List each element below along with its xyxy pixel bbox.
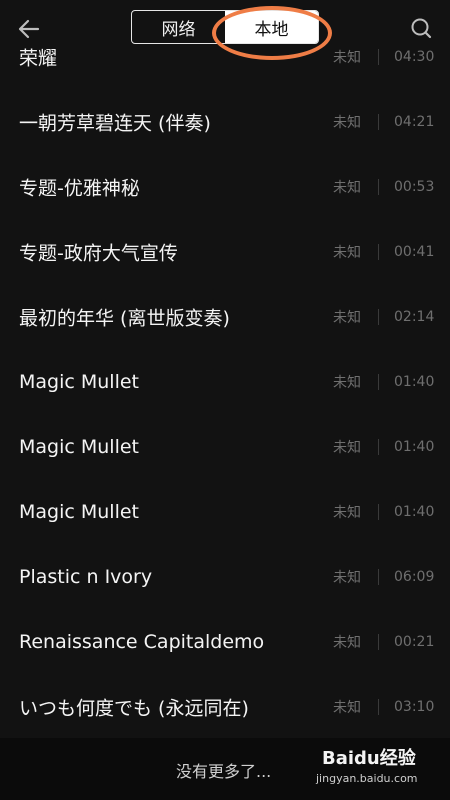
track-artist: 未知 xyxy=(333,309,361,326)
list-item[interactable]: Magic Mullet 未知 01:40 xyxy=(0,349,450,414)
track-duration: 00:21 xyxy=(394,633,435,650)
track-title: 最初的年华 (离世版变奏) xyxy=(19,307,230,329)
track-title: Plastic n Ivory xyxy=(19,565,153,588)
divider xyxy=(378,503,379,520)
track-artist: 未知 xyxy=(333,634,361,651)
tab-online[interactable]: 网络 xyxy=(132,11,225,43)
watermark-brand: Baidu经验 xyxy=(322,748,416,769)
no-more-text: 没有更多了... xyxy=(176,762,272,781)
watermark-url: jingyan.baidu.com xyxy=(316,772,418,785)
list-footer: 没有更多了... Baidu经验 jingyan.baidu.com xyxy=(0,738,450,800)
track-artist: 未知 xyxy=(333,569,361,586)
track-duration: 01:40 xyxy=(394,438,435,455)
divider xyxy=(378,308,379,325)
track-duration: 01:40 xyxy=(394,373,435,390)
highlight-ellipse-annotation xyxy=(212,6,332,60)
divider xyxy=(378,243,379,260)
track-artist: 未知 xyxy=(333,114,361,131)
divider xyxy=(378,113,379,130)
watermark: Baidu经验 jingyan.baidu.com xyxy=(316,744,438,792)
track-artist: 未知 xyxy=(333,374,361,391)
track-duration: 04:21 xyxy=(394,113,435,130)
list-item[interactable]: 专题-政府大气宣传 未知 00:41 xyxy=(0,219,450,284)
list-item[interactable]: 专题-优雅神秘 未知 00:53 xyxy=(0,154,450,219)
track-title: 专题-政府大气宣传 xyxy=(19,242,178,264)
track-artist: 未知 xyxy=(333,179,361,196)
track-artist: 未知 xyxy=(333,504,361,521)
list-item[interactable]: Magic Mullet 未知 01:40 xyxy=(0,479,450,544)
track-title: Magic Mullet xyxy=(19,370,139,393)
search-icon[interactable] xyxy=(406,14,436,44)
divider xyxy=(378,178,379,195)
track-duration: 03:10 xyxy=(394,698,435,715)
track-title: Magic Mullet xyxy=(19,435,139,458)
divider xyxy=(378,373,379,390)
track-duration: 02:14 xyxy=(394,308,435,325)
track-duration: 00:53 xyxy=(394,178,435,195)
track-title: いつも何度でも (永远同在) xyxy=(19,697,249,719)
list-item[interactable]: 最初的年华 (离世版变奏) 未知 02:14 xyxy=(0,284,450,349)
back-arrow-icon[interactable] xyxy=(14,14,44,44)
track-artist: 未知 xyxy=(333,699,361,716)
list-item[interactable]: Plastic n Ivory 未知 06:09 xyxy=(0,544,450,609)
list-item[interactable]: 一朝芳草碧连天 (伴奏) 未知 04:21 xyxy=(0,89,450,154)
track-artist: 未知 xyxy=(333,439,361,456)
track-title: Renaissance Capitaldemo xyxy=(19,630,265,653)
list-item[interactable]: Renaissance Capitaldemo 未知 00:21 xyxy=(0,609,450,674)
list-item[interactable]: Magic Mullet 未知 01:40 xyxy=(0,414,450,479)
track-artist: 未知 xyxy=(333,244,361,261)
track-title: 专题-优雅神秘 xyxy=(19,177,140,199)
divider xyxy=(378,568,379,585)
divider xyxy=(378,438,379,455)
list-item[interactable]: いつも何度でも (永远同在) 未知 03:10 xyxy=(0,674,450,739)
track-duration: 06:09 xyxy=(394,568,435,585)
track-title: Magic Mullet xyxy=(19,500,139,523)
divider xyxy=(378,633,379,650)
track-duration: 01:40 xyxy=(394,503,435,520)
track-duration: 00:41 xyxy=(394,243,435,260)
divider xyxy=(378,698,379,715)
track-list: 荣耀 未知 04:30 一朝芳草碧连天 (伴奏) 未知 04:21 专题-优雅神… xyxy=(0,24,450,739)
track-title: 一朝芳草碧连天 (伴奏) xyxy=(19,112,211,134)
